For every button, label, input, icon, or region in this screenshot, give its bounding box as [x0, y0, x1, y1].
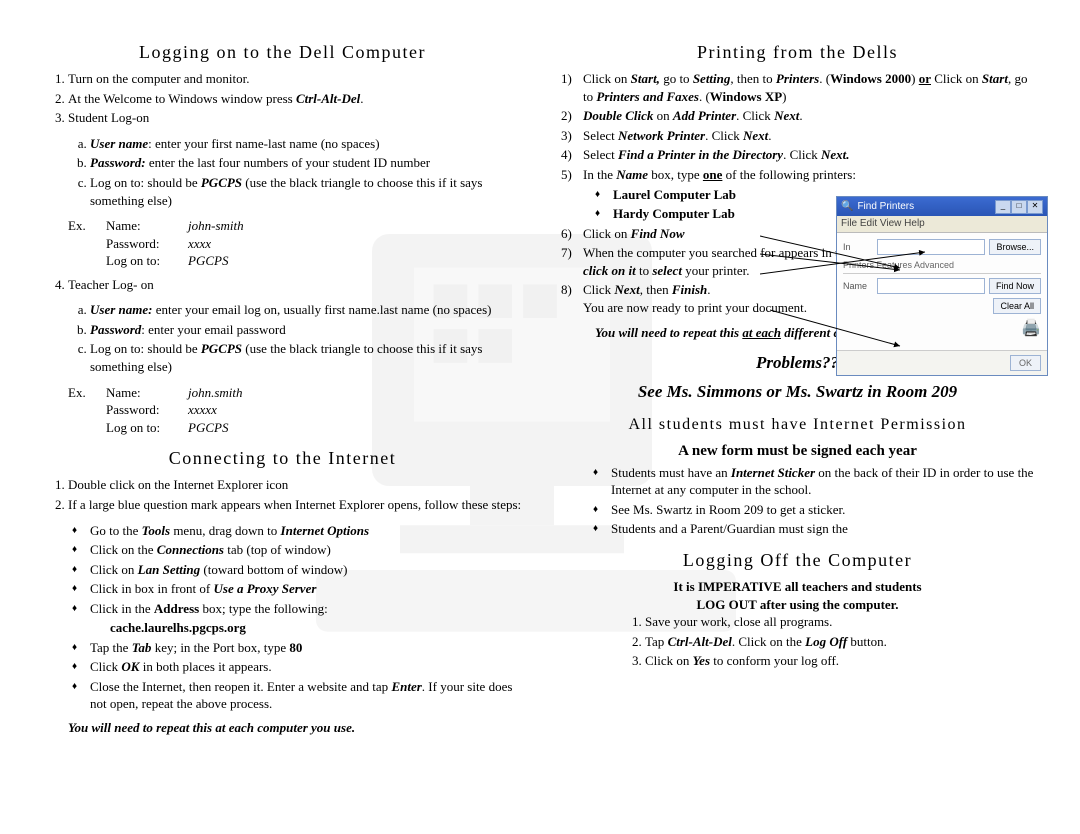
connect-step-1: Double click on the Internet Explorer ic…	[68, 476, 525, 494]
logon-step-4: Teacher Log- on	[68, 276, 525, 294]
logon-step-2: At the Welcome to Windows window press C…	[68, 90, 525, 108]
problems-line-2: See Ms. Simmons or Ms. Swartz in Room 20…	[555, 381, 1040, 404]
connect-sub-4: Click in box in front of Use a Proxy Ser…	[90, 580, 525, 598]
right-column: Printing from the Dells Click on Start, …	[555, 30, 1040, 747]
teacher-example: Ex.Name:john.smith Password:xxxxx Log on…	[68, 384, 525, 437]
ok-button[interactable]: OK	[1010, 355, 1041, 371]
window-controls[interactable]: _□✕	[995, 199, 1043, 214]
connect-sub-7: Click OK in both places it appears.	[90, 658, 525, 676]
clear-all-button[interactable]: Clear All	[993, 298, 1041, 314]
logoff-step-1: Save your work, close all programs.	[645, 613, 1040, 631]
logoff-step-3: Click on Yes to conform your log off.	[645, 652, 1040, 670]
printer-glyph-icon: 🖨️	[1021, 318, 1041, 340]
connect-sub-2: Click on the Connections tab (top of win…	[90, 541, 525, 559]
name-input[interactable]	[877, 278, 985, 294]
perm-item-3: Students and a Parent/Guardian must sign…	[611, 520, 1040, 538]
search-icon: 🔍	[841, 200, 853, 214]
tabs-row[interactable]: Printers Features Advanced	[843, 259, 1041, 274]
window-titlebar: 🔍 Find Printers _□✕	[837, 197, 1047, 216]
connect-sub-5: Click in the Address box; type the follo…	[90, 600, 525, 618]
connect-sub-6: Tap the Tab key; in the Port box, type 8…	[90, 639, 525, 657]
permission-title: All students must have Internet Permissi…	[555, 414, 1040, 436]
in-label: In	[843, 241, 873, 253]
teacher-logonto: Log on to: should be PGCPS (use the blac…	[90, 340, 525, 375]
connect-step-2: If a large blue question mark appears wh…	[68, 496, 525, 514]
print-step-2: Double Click on Add Printer. Click Next.	[583, 107, 1040, 125]
student-username: User name: enter your first name-last na…	[90, 135, 525, 153]
find-now-button[interactable]: Find Now	[989, 278, 1041, 294]
name-label: Name	[843, 280, 873, 292]
perm-item-2: See Ms. Swartz in Room 209 to get a stic…	[611, 501, 1040, 519]
student-password: Password: enter the last four numbers of…	[90, 154, 525, 172]
permission-subtitle: A new form must be signed each year	[555, 441, 1040, 461]
teacher-username: User name: enter your email log on, usua…	[90, 301, 525, 319]
teacher-password: Password: enter your email password	[90, 321, 525, 339]
printing-title: Printing from the Dells	[555, 40, 1040, 64]
logoff-step-2: Tap Ctrl-Alt-Del. Click on the Log Off b…	[645, 633, 1040, 651]
connect-sub-1: Go to the Tools menu, drag down to Inter…	[90, 522, 525, 540]
print-step-3: Select Network Printer. Click Next.	[583, 127, 1040, 145]
logon-step-1: Turn on the computer and monitor.	[68, 70, 525, 88]
connect-sub-3: Click on Lan Setting (toward bottom of w…	[90, 561, 525, 579]
student-example: Ex.Name:john-smith Password:xxxx Log on …	[68, 217, 525, 270]
connect-sub-8: Close the Internet, then reopen it. Ente…	[90, 678, 525, 713]
left-column: Logging on to the Dell Computer Turn on …	[40, 30, 525, 747]
connecting-title: Connecting to the Internet	[40, 446, 525, 470]
find-printers-window: 🔍 Find Printers _□✕ File Edit View Help …	[836, 196, 1048, 376]
logoff-head-2: LOG OUT after using the computer.	[555, 596, 1040, 614]
window-title: Find Printers	[857, 200, 991, 214]
perm-item-1: Students must have an Internet Sticker o…	[611, 464, 1040, 499]
window-menubar[interactable]: File Edit View Help	[837, 216, 1047, 233]
browse-button[interactable]: Browse...	[989, 239, 1041, 255]
logoff-head-1: It is IMPERATIVE all teachers and studen…	[555, 578, 1040, 596]
logging-on-title: Logging on to the Dell Computer	[40, 40, 525, 64]
student-logonto: Log on to: should be PGCPS (use the blac…	[90, 174, 525, 209]
connect-footer: You will need to repeat this at each com…	[68, 719, 525, 737]
cache-address: cache.laurelhs.pgcps.org	[110, 619, 525, 637]
print-step-1: Click on Start, go to Setting, then to P…	[583, 70, 1040, 105]
logoff-title: Logging Off the Computer	[555, 548, 1040, 572]
logon-step-3: Student Log-on	[68, 109, 525, 127]
print-step-4: Select Find a Printer in the Directory. …	[583, 146, 1040, 164]
in-input[interactable]	[877, 239, 985, 255]
